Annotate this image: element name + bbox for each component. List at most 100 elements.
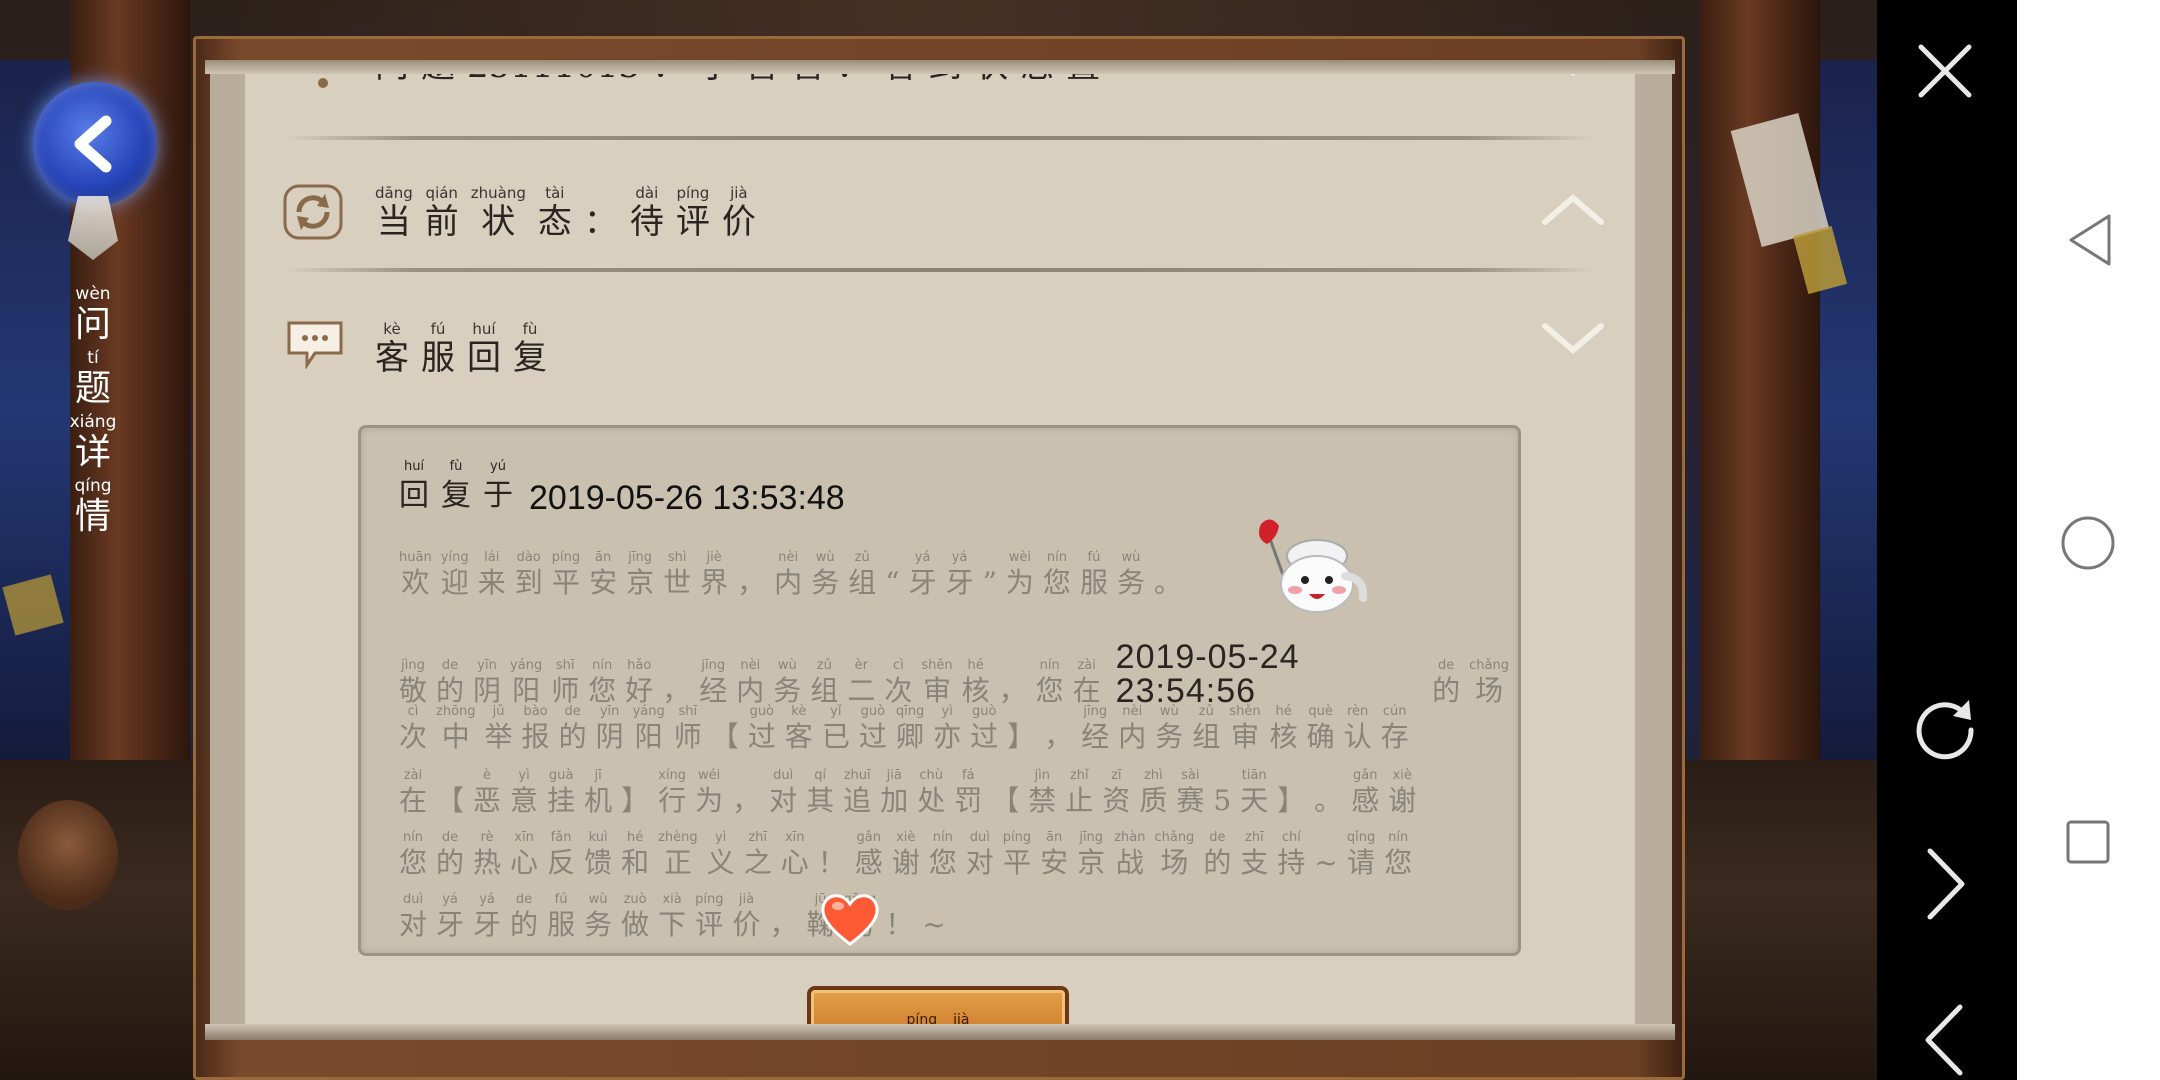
char-hanzi: 牙 [908,566,937,599]
char-pinyin: fú [554,892,568,907]
char-pinyin: yú [490,459,506,474]
char-pinyin: tiān [1241,768,1267,783]
char-pinyin: qǐng [1346,830,1376,845]
ruby-char: jìng 敬 [399,658,427,708]
char-hanzi: 来 [477,566,506,599]
refresh-button[interactable] [1905,690,1985,770]
char-hanzi: ， [998,674,1027,707]
ruby-char: guà 挂 [547,768,575,818]
system-recent-button[interactable] [2062,816,2114,868]
char-pinyin: shěn [1229,704,1261,719]
reply-timestamp: huí 回 fù 复 yú 于 2019-05-26 13:53:48 [399,458,845,516]
char-hanzi: 回 [399,478,429,513]
system-back-button[interactable] [2050,208,2130,272]
char-hanzi: ~ [922,908,946,941]
char-pinyin: lái [484,550,500,565]
char-pinyin: nín [1039,658,1060,673]
prev-button[interactable] [1910,1000,1980,1080]
char-hanzi: 做 [621,908,650,941]
ruby-char: jǔ 举 [485,704,513,754]
char-hanzi: 加 [880,784,909,817]
char-pinyin: píng [676,184,710,202]
char-pinyin: fú [1087,550,1101,565]
ruby-char: zhǐ 止 [1065,768,1093,818]
char-pinyin: zhī [1245,830,1264,845]
ruby-char: gǎn 感 [855,830,883,880]
char-pinyin: zhuàng [470,184,526,202]
char-hanzi: 您 [1042,566,1071,599]
rate-button[interactable]: píng jià [807,986,1069,1024]
char-pinyin: wù [777,658,797,673]
char-hanzi: 为 [1005,566,1034,599]
char-hanzi: 务 [1155,720,1184,753]
scroll-top-rod [205,60,1675,74]
ruby-char: bào 报 [522,704,550,754]
ruby-char: zǔ 组 [848,550,876,600]
ruby-char: hǎo 好 [625,658,653,708]
char-hanzi: 【 [436,784,465,817]
reply-line: jìng 敬 de 的 yīn 阴 yáng 阳 shī 师 nín 您 hǎo 好， jīng 经 nèi 内 w… [399,640,1518,708]
title-char: qíng 情 [74,476,111,538]
char-pinyin: jīng [628,550,652,565]
char-pinyin: chí [1281,830,1301,845]
ruby-char: xīn 心 [781,830,809,880]
ruby-char: cún 存 [1381,704,1409,754]
char-hanzi: 天 [1240,784,1269,817]
char-pinyin: dài [635,184,659,202]
char-pinyin: wéi [698,768,721,783]
ruby-char: fù 复 [513,320,547,378]
ruby-char: 】 [621,784,649,818]
char-hanzi: 恶 [473,784,502,817]
char-pinyin: kè [383,320,401,338]
ruby-char: píng 评 [676,184,710,242]
system-home-button[interactable] [2055,510,2121,576]
background-daruma-doll [18,800,118,910]
close-icon [1918,44,1972,98]
ruby-char: rè 热 [473,830,501,880]
back-button[interactable] [33,82,157,206]
char-pinyin: chù [919,768,944,783]
ruby-char: wù 务 [1117,550,1145,600]
char-pinyin: cì [892,658,904,673]
ruby-char: jiè 界 [700,550,728,600]
char-hanzi: ” [982,566,997,599]
char-hanzi: 在 [1072,674,1101,707]
ruby-char: zǔ 组 [810,658,838,708]
char-pinyin: wèi [1008,550,1032,565]
close-button[interactable] [1910,36,1980,106]
chevron-down-icon[interactable] [1541,320,1605,360]
char-pinyin: nèi [778,550,799,565]
char-hanzi: 的 [436,846,465,879]
row-divider [285,268,1595,272]
char-pinyin: xiè [1392,768,1412,783]
ruby-char: yì 意 [510,768,538,818]
char-hanzi: 服 [1079,566,1108,599]
ruby-char: píng 平 [1003,830,1031,880]
chat-bubble-icon [285,316,345,372]
char-hanzi: 牙 [473,908,502,941]
char-hanzi: 存 [1380,720,1409,753]
char-hanzi: ~ [1314,846,1338,879]
ruby-char: de 的 [510,892,538,942]
char-hanzi: 处 [917,784,946,817]
ruby-char: fú 服 [1080,550,1108,600]
ruby-char: jī 机 [584,768,612,818]
char-pinyin: èr [854,658,868,673]
detail-scroll-panel[interactable]: 问题 25111013：小管管：看到状态置 dāng 当 qián 前 zhuàng 状 tà… [245,64,1635,1024]
ruby-char: yá 牙 [436,892,464,942]
ruby-char: zhèng 正 [658,830,698,880]
ruby-char: ！ [818,846,846,880]
char-hanzi: 。 [1314,784,1343,817]
char-hanzi: 心 [510,846,539,879]
char-hanzi: 京 [1077,846,1106,879]
ruby-char: hé 核 [1270,704,1298,754]
ruby-char: 】 [1007,720,1035,754]
chevron-up-icon[interactable] [1541,188,1605,228]
ruby-char: zài 在 [1073,658,1101,708]
char-pinyin: nín [402,830,424,845]
char-hanzi: 迎 [440,566,469,599]
forward-button[interactable] [1910,844,1980,924]
ruby-char: zhì 质 [1139,768,1167,818]
ruby-char: fú 服 [547,892,575,942]
ruby-char: jiā 加 [880,768,908,818]
